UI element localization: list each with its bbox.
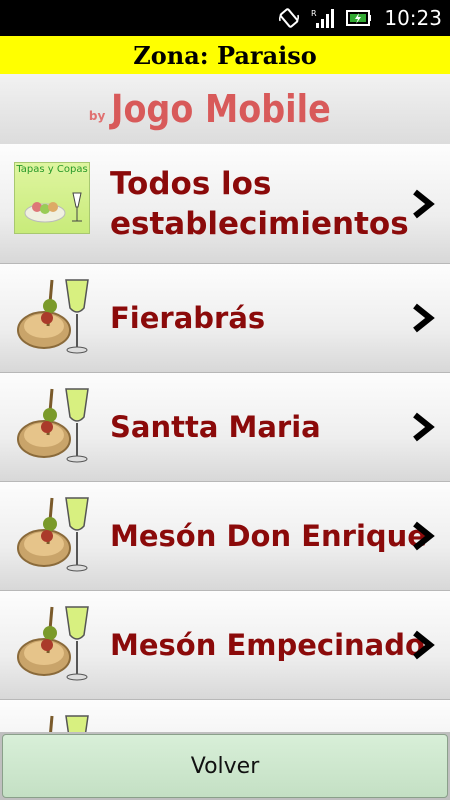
bottom-bar: Volver — [0, 732, 450, 800]
tapa-wine-icon — [17, 497, 89, 572]
list-item[interactable]: Mesón Empecinado — [0, 591, 450, 700]
status-bar: R 10:23 — [0, 0, 450, 36]
screen-rotate-icon — [278, 7, 300, 29]
list-item-label: Todos los establecimientos — [110, 165, 409, 242]
list-item[interactable]: Fierabrás — [0, 264, 450, 373]
list-item-label: Mesón Don Enrique — [110, 519, 427, 553]
list-item-label: Fierabrás — [110, 301, 266, 335]
svg-text:R: R — [311, 9, 317, 18]
tapa-wine-icon — [49, 715, 89, 732]
back-button[interactable]: Volver — [2, 734, 448, 798]
list-item[interactable]: Tapas y Copas Todos los establecimientos — [0, 144, 450, 264]
signal-icon: R — [310, 7, 336, 29]
tapa-wine-icon — [17, 606, 89, 681]
tapas-y-copas-logo: Tapas y Copas — [14, 162, 94, 242]
tapa-wine-icon — [17, 279, 89, 354]
chevron-right-icon — [413, 412, 435, 442]
list-item[interactable]: Santta Maria — [0, 373, 450, 482]
list-item-label: Mesón Empecinado — [110, 628, 425, 662]
chevron-right-icon — [413, 303, 435, 333]
list-item-label: Santta Maria — [110, 410, 321, 444]
brand-bar: by Jogo Mobile — [0, 74, 450, 144]
establishment-list: Tapas y Copas Todos los establecimientos — [0, 144, 450, 732]
chevron-right-icon — [413, 189, 435, 218]
list-item[interactable]: Mesón Don Enrique — [0, 482, 450, 591]
brand-name: Jogo Mobile — [111, 87, 332, 131]
zone-title: Zona: Paraiso — [0, 36, 450, 74]
chevron-right-icon — [413, 521, 435, 551]
tapa-wine-icon — [17, 388, 89, 463]
chevron-right-icon — [413, 630, 435, 660]
battery-icon — [346, 8, 372, 28]
status-time: 10:23 — [384, 6, 442, 30]
list-item-partial[interactable] — [0, 700, 450, 732]
brand-by: by — [88, 109, 106, 123]
